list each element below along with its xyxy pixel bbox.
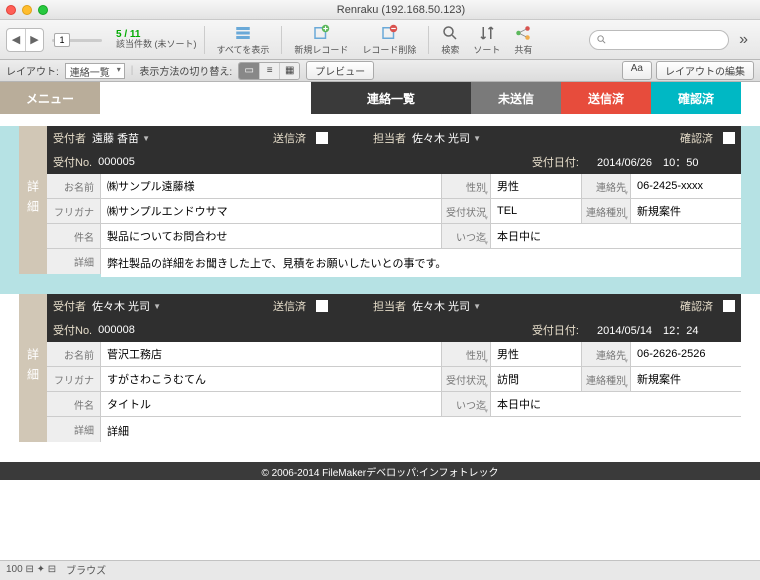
find-button[interactable]: 検索 (436, 24, 464, 56)
tab-sent[interactable]: 送信済 (561, 82, 651, 114)
receipt-date-value: 2014/05/14 12：24 (597, 322, 699, 338)
record-slider[interactable]: 1 (52, 31, 102, 49)
view-table-button[interactable]: ▦ (279, 63, 299, 79)
mode-label[interactable]: ブラウズ (66, 562, 106, 577)
content-area: メニュー 連絡一覧 未送信 送信済 確認済 詳細 受付者遠藤 香苗▼ 送信済 担… (0, 82, 760, 560)
window-controls (6, 5, 48, 15)
minimize-icon[interactable] (22, 5, 32, 15)
card-header-1: 受付者佐々木 光司▼ 送信済 担当者佐々木 光司▼ 確認済 (47, 294, 741, 318)
receipt-date-value: 2014/06/26 10：50 (597, 154, 699, 170)
view-form-button[interactable]: ▭ (239, 63, 259, 79)
main-toolbar: ◀ ▶ 1 5 / 11 該当件数 (未ソート) すべてを表示 新規レコード レ… (0, 20, 760, 60)
text-size-button[interactable]: Aa (622, 61, 652, 80)
record-info: 5 / 11 該当件数 (未ソート) (116, 29, 197, 50)
toolbar-overflow-button[interactable]: » (733, 31, 754, 49)
delete-record-button[interactable]: レコード削除 (357, 24, 421, 56)
card-header-2: 受付No.000008 受付日付: 2014/05/14 12：24 (47, 318, 741, 342)
view-tabs: メニュー 連絡一覧 未送信 送信済 確認済 (0, 82, 760, 114)
furigana-value[interactable]: ㈱サンプルエンドウサマ (101, 199, 441, 223)
show-all-button[interactable]: すべてを表示 (212, 24, 275, 56)
window-title: Renraku (192.168.50.123) (48, 4, 754, 16)
recv-status-value[interactable]: TEL (491, 199, 581, 223)
furigana-value[interactable]: すがさわこうむてん (101, 367, 441, 391)
receipt-no-value: 000005 (98, 156, 135, 168)
layout-bar: レイアウト: 連絡一覧 | 表示方法の切り替え: ▭ ≡ ▦ プレビュー Aa … (0, 60, 760, 82)
assignee-value: 佐々木 光司 (412, 130, 470, 146)
sort-button[interactable]: ソート (468, 24, 505, 56)
layout-select[interactable]: 連絡一覧 (65, 63, 125, 79)
tab-menu[interactable]: メニュー (0, 82, 100, 114)
card-list: 詳細 受付者遠藤 香苗▼ 送信済 担当者佐々木 光司▼ 確認済 受付No.000… (0, 114, 760, 462)
record-card: 詳細 受付者佐々木 光司▼ 送信済 担当者佐々木 光司▼ 確認済 受付No.00… (0, 294, 760, 462)
share-button[interactable]: 共有 (509, 24, 537, 56)
layout-label: レイアウト: (6, 63, 59, 78)
when-value[interactable]: 本日中に (491, 224, 741, 248)
detail-value[interactable]: 弊社製品の詳細をお聞きした上で、見積をお願いしたいとの事です。 (101, 249, 741, 277)
when-value[interactable]: 本日中に (491, 392, 741, 416)
new-record-button[interactable]: 新規レコード (289, 24, 353, 56)
page-title: 連絡一覧 (311, 82, 471, 114)
edit-layout-button[interactable]: レイアウトの編集 (656, 61, 754, 80)
zoom-level[interactable]: 100 ⊟ ✦ ⊟ (6, 564, 56, 575)
view-mode-buttons: ▭ ≡ ▦ (238, 62, 300, 80)
window-titlebar: Renraku (192.168.50.123) (0, 0, 760, 20)
contact-value[interactable]: 06-2425-xxxx (631, 174, 741, 198)
confirmed-checkbox[interactable] (723, 132, 735, 144)
gender-value[interactable]: 男性 (491, 174, 581, 198)
status-bar: 100 ⊟ ✦ ⊟ ブラウズ (0, 560, 760, 578)
record-count: 該当件数 (未ソート) (116, 40, 197, 50)
search-input[interactable] (589, 30, 729, 50)
name-value[interactable]: 菅沢工務店 (101, 342, 441, 366)
contact-type-value[interactable]: 新規案件 (631, 367, 741, 391)
sent-checkbox[interactable] (316, 300, 328, 312)
gender-value[interactable]: 男性 (491, 342, 581, 366)
contact-type-value[interactable]: 新規案件 (631, 199, 741, 223)
record-current: 1 (54, 33, 70, 47)
prev-record-button[interactable]: ◀ (7, 29, 25, 51)
detail-side-tab[interactable]: 詳細 (19, 126, 47, 274)
next-record-button[interactable]: ▶ (25, 29, 43, 51)
detail-side-tab[interactable]: 詳細 (19, 294, 47, 442)
record-nav: ◀ ▶ (6, 28, 44, 52)
card-header-2: 受付No.000005 受付日付: 2014/06/26 10：50 (47, 150, 741, 174)
recv-status-value[interactable]: 訪問 (491, 367, 581, 391)
zoom-icon[interactable] (38, 5, 48, 15)
close-icon[interactable] (6, 5, 16, 15)
subject-value[interactable]: 製品についてお問合わせ (101, 224, 441, 248)
detail-value[interactable]: 詳細 (101, 417, 741, 445)
receipt-no-value: 000008 (98, 324, 135, 336)
tab-unsent[interactable]: 未送信 (471, 82, 561, 114)
preview-button[interactable]: プレビュー (306, 61, 374, 80)
receiver-value: 佐々木 光司 (92, 298, 150, 314)
contact-value[interactable]: 06-2626-2526 (631, 342, 741, 366)
confirmed-checkbox[interactable] (723, 300, 735, 312)
tab-confirmed[interactable]: 確認済 (651, 82, 741, 114)
view-list-button[interactable]: ≡ (259, 63, 279, 79)
receiver-value: 遠藤 香苗 (92, 130, 139, 146)
view-switch-label: 表示方法の切り替え: (139, 63, 232, 78)
search-icon (596, 34, 607, 45)
sent-checkbox[interactable] (316, 132, 328, 144)
name-value[interactable]: ㈱サンプル遠藤様 (101, 174, 441, 198)
record-card: 詳細 受付者遠藤 香苗▼ 送信済 担当者佐々木 光司▼ 確認済 受付No.000… (0, 126, 760, 294)
copyright-footer: © 2006-2014 FileMakerデベロッパ:インフォトレック (0, 462, 760, 480)
card-header-1: 受付者遠藤 香苗▼ 送信済 担当者佐々木 光司▼ 確認済 (47, 126, 741, 150)
assignee-value: 佐々木 光司 (412, 298, 470, 314)
subject-value[interactable]: タイトル (101, 392, 441, 416)
